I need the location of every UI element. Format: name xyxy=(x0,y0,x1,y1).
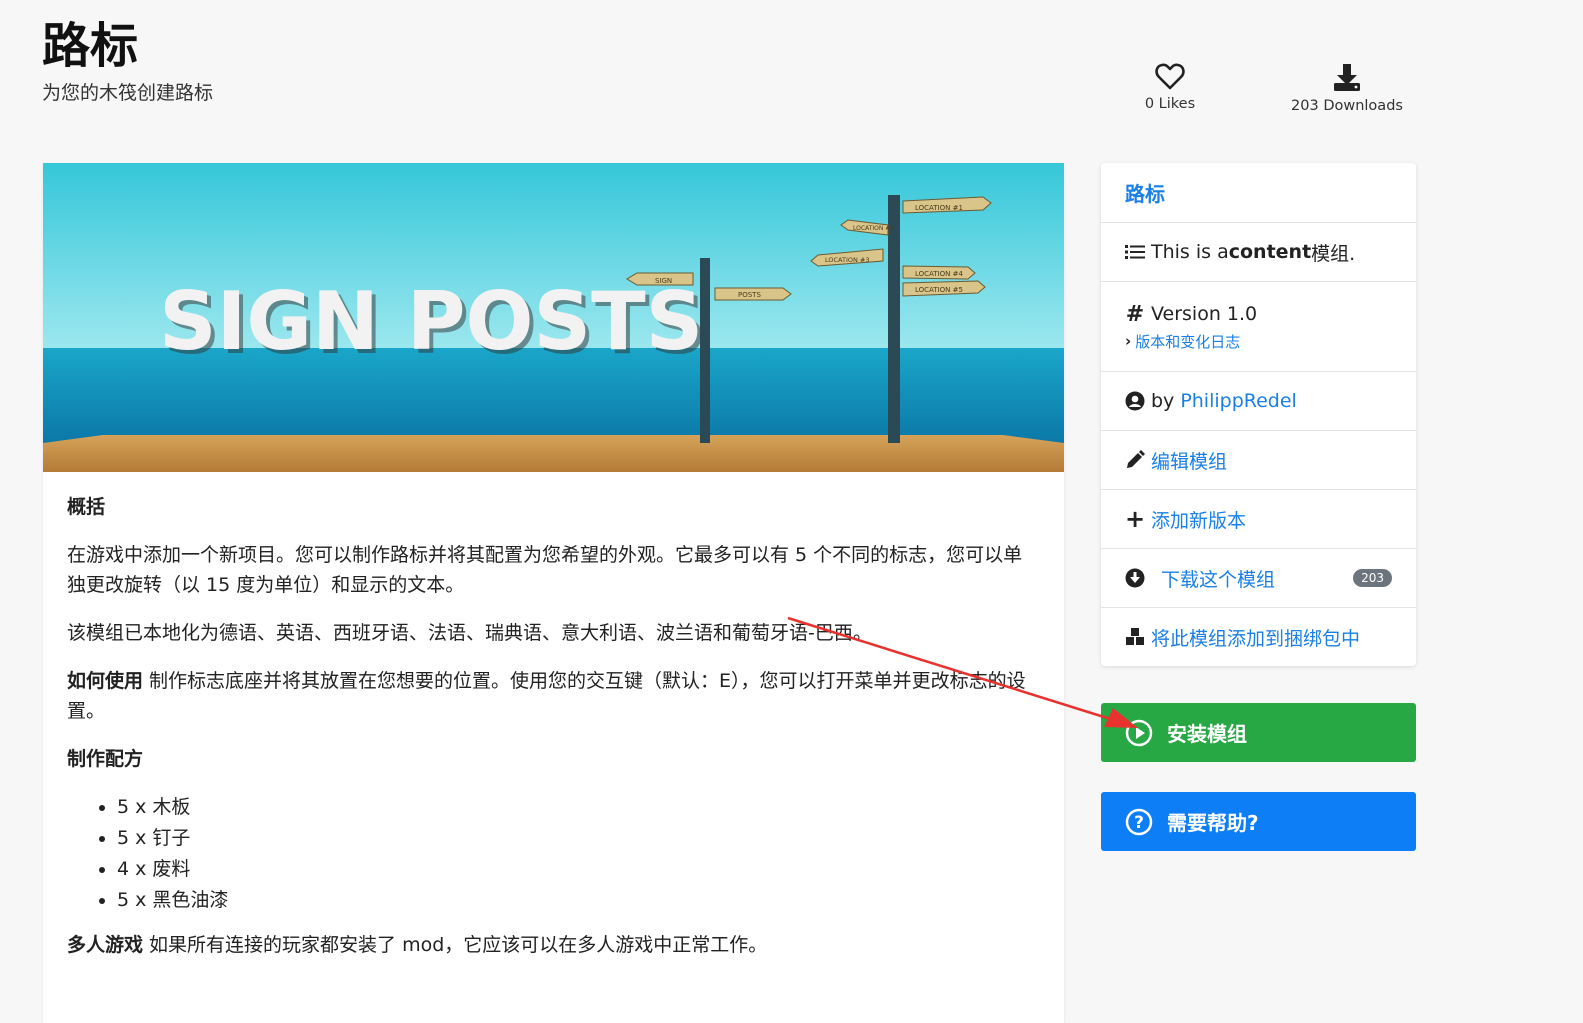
multiplayer-label: 多人游戏 xyxy=(67,934,144,956)
list-icon xyxy=(1125,244,1145,260)
install-mod-label: 安装模组 xyxy=(1167,722,1247,746)
svg-text:SIGN: SIGN xyxy=(655,277,672,285)
svg-text:LOCATION #2: LOCATION #2 xyxy=(853,225,894,232)
recipe-item: 5 x 黑色油漆 xyxy=(117,885,1040,916)
svg-text:SIGN POSTS: SIGN POSTS xyxy=(159,275,703,368)
edit-mod-label: 编辑模组 xyxy=(1151,450,1228,473)
user-circle-icon xyxy=(1125,391,1145,411)
mod-type-prefix: This is a xyxy=(1151,241,1229,263)
heart-icon xyxy=(1155,63,1185,90)
pencil-icon xyxy=(1125,450,1145,470)
cubes-icon xyxy=(1125,627,1145,647)
mod-type-value: content xyxy=(1228,241,1312,263)
add-version-label: 添加新版本 xyxy=(1151,509,1247,532)
page-title: 路标 xyxy=(42,18,139,74)
play-circle-icon xyxy=(1125,719,1153,746)
add-to-bundle-link[interactable]: 将此模组添加到捆绑包中 xyxy=(1101,607,1416,666)
svg-text:LOCATION #5: LOCATION #5 xyxy=(915,286,963,294)
recipe-list: 5 x 木板 5 x 钉子 4 x 废料 5 x 黑色油漆 xyxy=(67,792,1040,916)
mod-type-row: This is a content 模组. xyxy=(1101,222,1416,281)
overview-heading: 概括 xyxy=(67,496,106,518)
downloads-count: 203 Downloads xyxy=(1291,98,1403,114)
banner-title: SIGN POSTS SIGN POSTS xyxy=(159,275,707,372)
download-count-badge: 203 xyxy=(1353,569,1392,587)
localization-text: 该模组已本地化为德语、英语、西班牙语、法语、瑞典语、意大利语、波兰语和葡萄牙语-… xyxy=(67,622,872,644)
svg-text:?: ? xyxy=(1134,813,1144,833)
sidebar-title-row: 路标 xyxy=(1101,163,1416,222)
svg-text:POSTS: POSTS xyxy=(738,291,761,299)
version-row: # Version 1.0 › 版本和变化日志 xyxy=(1101,281,1416,371)
install-mod-button[interactable]: 安装模组 xyxy=(1101,703,1416,762)
author-row: by PhilippRedel xyxy=(1101,371,1416,430)
recipe-item: 5 x 木板 xyxy=(117,792,1040,823)
download-circle-icon xyxy=(1125,568,1145,588)
recipe-item: 4 x 废料 xyxy=(117,854,1040,885)
page-subtitle: 为您的木筏创建路标 xyxy=(42,82,214,104)
mod-description-card: SIGN POSTS SIGN POSTS SIGN POSTS LOCATIO… xyxy=(43,163,1064,1023)
recipe-item: 5 x 钉子 xyxy=(117,823,1040,854)
likes-count: 0 Likes xyxy=(1144,96,1196,112)
need-help-label: 需要帮助? xyxy=(1167,811,1259,835)
sidebar-title[interactable]: 路标 xyxy=(1125,178,1165,207)
edit-mod-link[interactable]: 编辑模组 xyxy=(1101,430,1416,489)
svg-text:LOCATION #4: LOCATION #4 xyxy=(915,270,963,278)
mod-type-suffix: 模组. xyxy=(1311,242,1356,265)
author-link[interactable]: PhilippRedel xyxy=(1180,390,1297,412)
hash-icon: # xyxy=(1125,301,1145,327)
how-to-use-text: 制作标志底座并将其放置在您想要的位置。使用您的交互键（默认：E），您可以打开菜单… xyxy=(67,670,1026,722)
how-to-use-label: 如何使用 xyxy=(67,670,144,692)
how-to-use-paragraph: 如何使用 制作标志底座并将其放置在您想要的位置。使用您的交互键（默认：E），您可… xyxy=(67,666,1040,726)
mod-info-sidebar: 路标 This is a content 模组. # Version 1.0 ›… xyxy=(1101,163,1416,666)
recipe-heading: 制作配方 xyxy=(67,748,144,770)
download-mod-label: 下载这个模组 xyxy=(1161,568,1276,591)
chevron-right-icon: › xyxy=(1125,332,1132,350)
add-version-link[interactable]: + 添加新版本 xyxy=(1101,489,1416,548)
mod-banner-image: SIGN POSTS SIGN POSTS SIGN POSTS LOCATIO… xyxy=(43,163,1064,472)
download-tray-icon xyxy=(1334,64,1360,91)
overview-text: 在游戏中添加一个新项目。您可以制作路标并将其配置为您希望的外观。它最多可以有 5… xyxy=(67,544,1023,596)
likes-stat[interactable]: 0 Likes xyxy=(1120,62,1220,112)
multiplayer-paragraph: 多人游戏 如果所有连接的玩家都安装了 mod，它应该可以在多人游戏中正常工作。 xyxy=(67,930,1040,960)
question-circle-icon: ? xyxy=(1125,808,1153,835)
mod-description: 概括 在游戏中添加一个新项目。您可以制作路标并将其配置为您希望的外观。它最多可以… xyxy=(43,472,1064,960)
need-help-button[interactable]: ? 需要帮助? xyxy=(1101,792,1416,851)
plus-icon: + xyxy=(1124,505,1146,533)
downloads-stat: 203 Downloads xyxy=(1280,62,1414,114)
changelog-label: 版本和变化日志 xyxy=(1135,332,1241,351)
author-prefix: by xyxy=(1151,390,1175,412)
svg-text:LOCATION #1: LOCATION #1 xyxy=(915,204,963,212)
download-mod-link[interactable]: 下载这个模组 203 xyxy=(1101,548,1416,607)
changelog-link[interactable]: › 版本和变化日志 xyxy=(1125,331,1240,352)
multiplayer-text: 如果所有连接的玩家都安装了 mod，它应该可以在多人游戏中正常工作。 xyxy=(143,934,768,956)
version-label: Version 1.0 xyxy=(1151,303,1258,325)
svg-text:LOCATION #3: LOCATION #3 xyxy=(825,256,870,264)
add-to-bundle-label: 将此模组添加到捆绑包中 xyxy=(1151,627,1361,650)
